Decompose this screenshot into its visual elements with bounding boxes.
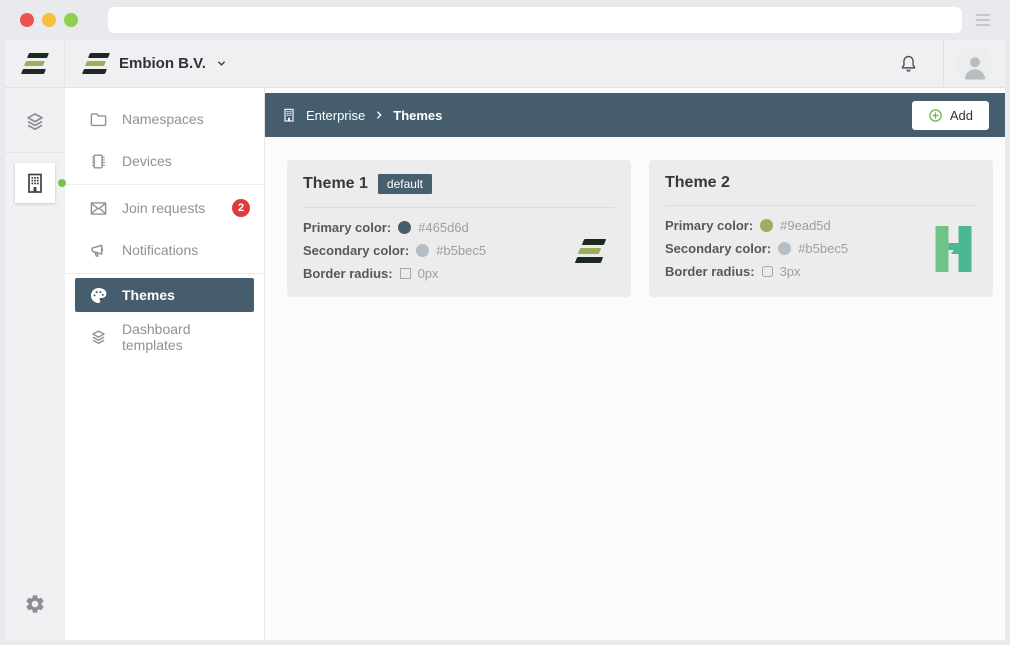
rail-item-enterprise[interactable] (15, 163, 55, 203)
border-radius-swatch (762, 266, 773, 277)
theme-cards: Theme 1 default Primary color: #465d6d (265, 137, 1005, 297)
chevron-down-icon (216, 58, 227, 69)
secondary-color-row: Secondary color: #b5bec5 (303, 243, 567, 258)
sidebar-item-join-requests[interactable]: Join requests 2 (65, 187, 264, 229)
theme-logo-embion (567, 236, 615, 266)
sidebar-item-namespaces[interactable]: Namespaces (65, 98, 264, 140)
border-radius-label: Border radius: (303, 266, 393, 281)
person-icon (960, 52, 990, 82)
app-header: Embion B.V. (5, 40, 1005, 88)
sidebar-item-label: Join requests (122, 200, 205, 216)
primary-color-value: #9ead5d (780, 218, 831, 233)
breadcrumb: Enterprise Themes (281, 107, 442, 123)
secondary-color-value: #b5bec5 (436, 243, 486, 258)
main-content: Enterprise Themes Add Theme 1 default (265, 88, 1005, 640)
chip-icon (89, 152, 108, 171)
card-divider (665, 205, 977, 206)
org-logo-icon (83, 51, 109, 77)
close-window-button[interactable] (20, 13, 34, 27)
enterprise-building-icon (23, 171, 47, 195)
embion-logo-icon (22, 51, 48, 77)
breadcrumb-enterprise[interactable]: Enterprise (306, 108, 365, 123)
app-logo-tile[interactable] (5, 40, 65, 87)
join-requests-badge: 2 (232, 199, 250, 217)
secondary-color-swatch (778, 242, 791, 255)
app-window: Embion B.V. (5, 40, 1005, 640)
border-radius-value: 0px (418, 266, 439, 281)
add-theme-button[interactable]: Add (912, 101, 989, 130)
rail-divider (5, 152, 65, 153)
chevron-right-icon (374, 110, 384, 120)
primary-color-swatch (398, 221, 411, 234)
org-switcher[interactable]: Embion B.V. (65, 40, 245, 87)
sidebar-item-devices[interactable]: Devices (65, 140, 264, 182)
primary-color-label: Primary color: (665, 218, 753, 233)
zoom-window-button[interactable] (64, 13, 78, 27)
icon-rail (5, 88, 65, 640)
rail-item-namespaces[interactable] (15, 102, 55, 142)
megaphone-icon (89, 241, 108, 260)
settings-button[interactable] (15, 584, 55, 624)
default-badge: default (378, 174, 432, 194)
layers-icon (23, 110, 47, 134)
org-name: Embion B.V. (119, 55, 206, 72)
theme-logo-h (929, 226, 977, 272)
secondary-color-row: Secondary color: #b5bec5 (665, 241, 929, 256)
border-radius-label: Border radius: (665, 264, 755, 279)
sidebar-item-label: Devices (122, 153, 172, 169)
minimize-window-button[interactable] (42, 13, 56, 27)
address-bar-input[interactable] (108, 7, 962, 33)
secondary-color-label: Secondary color: (665, 241, 771, 256)
notifications-bell-button[interactable] (874, 40, 943, 87)
theme-title: Theme 2 (665, 174, 730, 192)
envelope-icon (89, 199, 108, 218)
theme-title: Theme 1 (303, 175, 368, 193)
sidebar-item-label: Namespaces (122, 111, 204, 127)
sidebar-divider (65, 273, 264, 274)
breadcrumb-current-page: Themes (393, 108, 442, 123)
primary-color-row: Primary color: #465d6d (303, 220, 567, 235)
sidebar-item-dashboard-templates[interactable]: Dashboard templates (65, 316, 264, 358)
border-radius-row: Border radius: 0px (303, 266, 567, 281)
primary-color-row: Primary color: #9ead5d (665, 218, 929, 233)
add-button-label: Add (950, 108, 973, 123)
browser-top-bar (0, 0, 1010, 40)
notification-dot (58, 179, 66, 187)
secondary-color-label: Secondary color: (303, 243, 409, 258)
primary-color-label: Primary color: (303, 220, 391, 235)
secondary-color-value: #b5bec5 (798, 241, 848, 256)
avatar[interactable] (957, 46, 993, 82)
folder-icon (89, 110, 108, 129)
layers-icon (89, 328, 108, 347)
sidebar-divider (65, 184, 264, 185)
sidebar-item-themes[interactable]: Themes (75, 278, 254, 312)
window-controls (20, 13, 78, 27)
building-icon (281, 107, 297, 123)
card-divider (303, 207, 615, 208)
border-radius-swatch (400, 268, 411, 279)
breadcrumb-bar: Enterprise Themes Add (265, 93, 1005, 137)
sidebar-item-label: Dashboard templates (122, 321, 250, 353)
theme-card-2[interactable]: Theme 2 Primary color: #9ead5d Secondary… (649, 160, 993, 297)
border-radius-row: Border radius: 3px (665, 264, 929, 279)
sidebar-item-label: Notifications (122, 242, 198, 258)
primary-color-value: #465d6d (418, 220, 469, 235)
plus-circle-icon (928, 108, 943, 123)
avatar-box (943, 40, 1005, 87)
theme-card-1[interactable]: Theme 1 default Primary color: #465d6d (287, 160, 631, 297)
palette-icon (89, 286, 108, 305)
border-radius-value: 3px (780, 264, 801, 279)
bell-icon (898, 53, 919, 74)
browser-menu-icon[interactable] (976, 14, 990, 26)
h-logo-icon (935, 226, 972, 272)
gear-icon (24, 593, 46, 615)
sidebar: Namespaces Devices Join requests 2 (65, 88, 265, 640)
sidebar-item-label: Themes (122, 287, 175, 303)
embion-logo-icon (576, 236, 606, 266)
primary-color-swatch (760, 219, 773, 232)
sidebar-item-notifications[interactable]: Notifications (65, 229, 264, 271)
secondary-color-swatch (416, 244, 429, 257)
